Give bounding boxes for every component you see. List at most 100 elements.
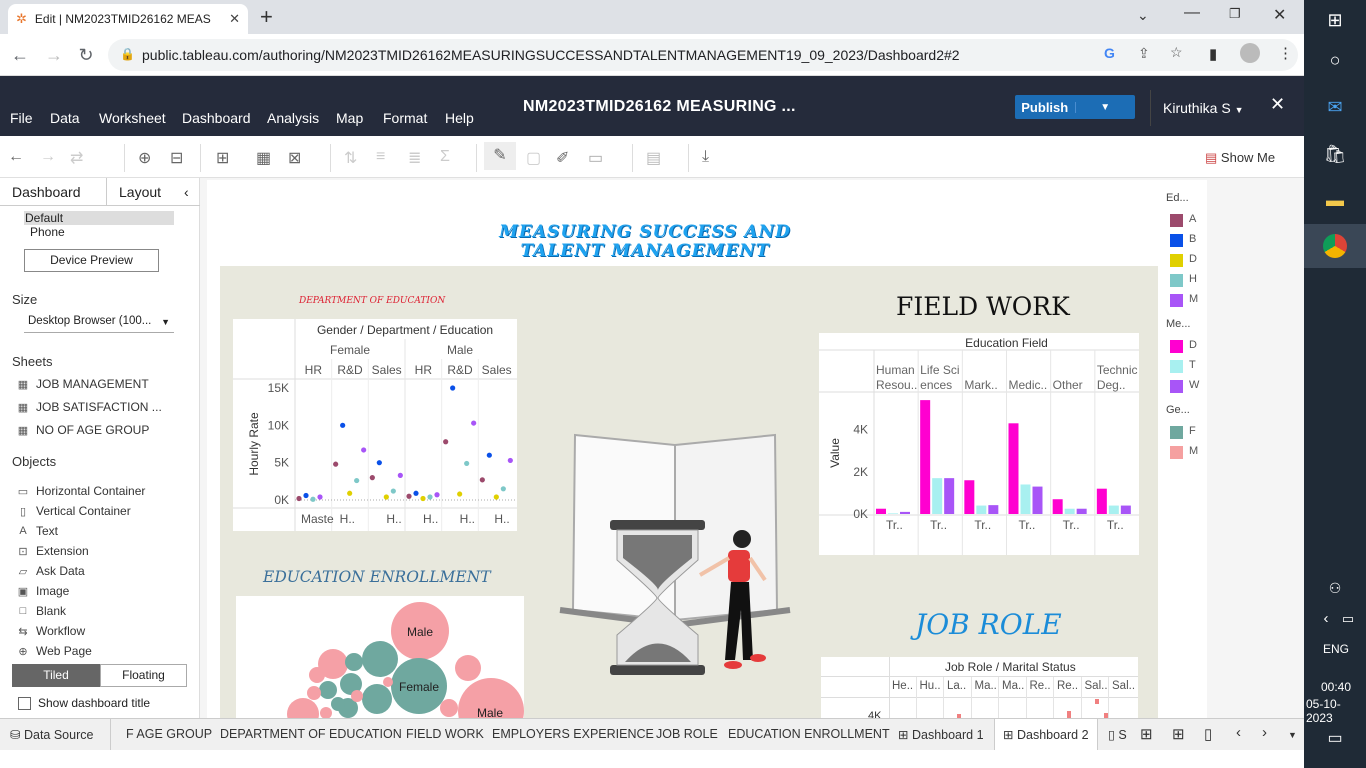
bar[interactable] bbox=[1032, 486, 1043, 514]
bar[interactable] bbox=[1064, 508, 1075, 514]
tiled-toggle[interactable]: Tiled bbox=[12, 664, 100, 687]
scatter-point[interactable] bbox=[443, 439, 449, 445]
new-dashboard-tab-icon[interactable]: ⊞ bbox=[1172, 725, 1185, 743]
sort-asc-icon[interactable]: ≡ bbox=[376, 148, 385, 166]
legend-swatch[interactable] bbox=[1170, 340, 1183, 353]
bubble[interactable] bbox=[345, 653, 363, 671]
menu-data[interactable]: Data bbox=[50, 110, 80, 126]
mail-icon[interactable]: ✉ bbox=[1323, 95, 1347, 119]
bubble[interactable] bbox=[440, 699, 458, 717]
bar[interactable] bbox=[888, 513, 898, 514]
legend-swatch[interactable] bbox=[1170, 254, 1183, 267]
scatter-point[interactable] bbox=[479, 477, 485, 483]
object-extension[interactable]: ⊡ Extension bbox=[16, 544, 88, 558]
presentation-icon[interactable]: ▤ bbox=[646, 148, 661, 168]
scatter-point[interactable] bbox=[397, 472, 403, 478]
legend-label[interactable]: W bbox=[1189, 379, 1201, 391]
legend-swatch[interactable] bbox=[1170, 360, 1183, 373]
dashboard-tab-active[interactable]: ⊞ Dashboard 2 bbox=[994, 719, 1098, 751]
bubble[interactable] bbox=[383, 677, 393, 687]
bar[interactable] bbox=[1096, 488, 1107, 514]
show-title-checkbox[interactable] bbox=[18, 697, 31, 710]
bar[interactable] bbox=[1020, 484, 1031, 514]
bubble[interactable] bbox=[307, 686, 321, 700]
publish-dropdown-icon[interactable]: ▼ bbox=[1074, 101, 1136, 113]
scatter-point[interactable] bbox=[500, 486, 506, 492]
fit-icon[interactable]: ▭ bbox=[588, 148, 603, 168]
legend-swatch[interactable] bbox=[1170, 294, 1183, 307]
show-me-button[interactable]: ▤ Show Me bbox=[1205, 150, 1275, 166]
scatter-point[interactable] bbox=[390, 488, 396, 494]
scatter-point[interactable] bbox=[383, 494, 389, 500]
close-editor-icon[interactable]: ✕ bbox=[1270, 94, 1285, 115]
bubble-chart[interactable]: Male Female Male bbox=[236, 596, 524, 718]
bar[interactable] bbox=[932, 478, 943, 514]
menu-help[interactable]: Help bbox=[445, 110, 474, 126]
object-horizontal-container[interactable]: ▭ Horizontal Container bbox=[16, 484, 146, 498]
bar[interactable] bbox=[1120, 505, 1131, 514]
replay-icon[interactable]: ⇄ bbox=[70, 148, 83, 168]
bubble[interactable] bbox=[362, 684, 392, 714]
menu-analysis[interactable]: Analysis bbox=[267, 110, 319, 126]
menu-dashboard[interactable]: Dashboard bbox=[182, 110, 251, 126]
legend-swatch[interactable] bbox=[1170, 380, 1183, 393]
object-blank[interactable]: □ Blank bbox=[16, 604, 66, 618]
tray-chevron-icon[interactable]: ‹ bbox=[1314, 607, 1338, 631]
user-menu[interactable]: Kiruthika S ▼ bbox=[1163, 100, 1244, 116]
chrome-icon[interactable] bbox=[1323, 234, 1347, 258]
device-phone[interactable]: Phone bbox=[30, 225, 65, 239]
legend-label[interactable]: A bbox=[1189, 213, 1201, 225]
bar[interactable] bbox=[944, 478, 955, 514]
swap-icon[interactable]: ⇅ bbox=[344, 148, 357, 168]
scatter-point[interactable] bbox=[376, 460, 382, 466]
sheet-tab[interactable]: EMPLOYERS EXPERIENCE bbox=[492, 727, 654, 741]
sheet-item[interactable]: ▦ JOB MANAGEMENT bbox=[16, 377, 149, 391]
bubble-chart-panel[interactable]: Male Female Male bbox=[236, 596, 524, 718]
clock-date[interactable]: 05-10-2023 bbox=[1306, 697, 1366, 725]
bar-mark[interactable] bbox=[1067, 711, 1071, 718]
new-worksheet-tab-icon[interactable]: ⊞ bbox=[1140, 725, 1153, 743]
scatter-point[interactable] bbox=[354, 477, 360, 484]
bubble[interactable] bbox=[320, 707, 332, 718]
store-icon[interactable]: 🛍 bbox=[1323, 142, 1347, 166]
totals-icon[interactable]: Σ bbox=[440, 148, 450, 166]
bubble[interactable] bbox=[287, 698, 319, 718]
scatter-point[interactable] bbox=[303, 492, 309, 499]
legend-label[interactable]: T bbox=[1189, 359, 1201, 371]
bookmark-star-icon[interactable]: ☆ bbox=[1170, 44, 1183, 61]
reload-icon[interactable]: ↻ bbox=[74, 43, 98, 67]
notification-icon[interactable]: ▭ bbox=[1323, 727, 1347, 751]
object-ask-data[interactable]: ▱ Ask Data bbox=[16, 564, 85, 578]
people-icon[interactable]: ⚇ bbox=[1323, 576, 1347, 600]
dashboard-tab[interactable]: ⊞ Dashboard 1 bbox=[898, 727, 984, 742]
bar[interactable] bbox=[1052, 499, 1063, 514]
scatter-point[interactable] bbox=[471, 420, 477, 426]
tab-dashboard[interactable]: Dashboard bbox=[12, 184, 81, 200]
file-explorer-icon[interactable]: ▬ bbox=[1323, 188, 1347, 212]
tab-search-icon[interactable]: ⌄ bbox=[1137, 7, 1149, 24]
forward-icon[interactable]: → bbox=[42, 43, 66, 67]
data-source-tab[interactable]: ⛁ Data Source bbox=[10, 727, 93, 742]
share-icon[interactable]: ⇪ bbox=[1138, 45, 1150, 62]
scatter-point[interactable] bbox=[457, 491, 463, 497]
scatter-point[interactable] bbox=[333, 461, 339, 467]
redo-icon[interactable]: → bbox=[40, 148, 56, 166]
sort-desc-icon[interactable]: ≣ bbox=[408, 148, 421, 168]
scatter-point[interactable] bbox=[340, 422, 346, 428]
scatter-point[interactable] bbox=[493, 494, 499, 500]
scatter-point[interactable] bbox=[310, 496, 316, 502]
new-story-tab-icon[interactable]: ▯ bbox=[1204, 725, 1212, 743]
text-label-icon[interactable]: ▢ bbox=[526, 148, 541, 168]
new-tab-button[interactable]: + bbox=[260, 4, 273, 30]
menu-worksheet[interactable]: Worksheet bbox=[99, 110, 166, 126]
bar[interactable] bbox=[920, 400, 931, 514]
legend-label[interactable]: B bbox=[1189, 233, 1201, 245]
scatter-point[interactable] bbox=[317, 494, 323, 500]
network-icon[interactable]: ▭ bbox=[1336, 607, 1360, 631]
scatter-point[interactable] bbox=[450, 385, 456, 391]
bar[interactable] bbox=[988, 505, 999, 514]
device-default[interactable]: Default bbox=[24, 211, 174, 225]
bubble[interactable] bbox=[309, 667, 325, 683]
cortana-icon[interactable]: ○ bbox=[1323, 48, 1347, 72]
scatter-point[interactable] bbox=[347, 490, 353, 496]
